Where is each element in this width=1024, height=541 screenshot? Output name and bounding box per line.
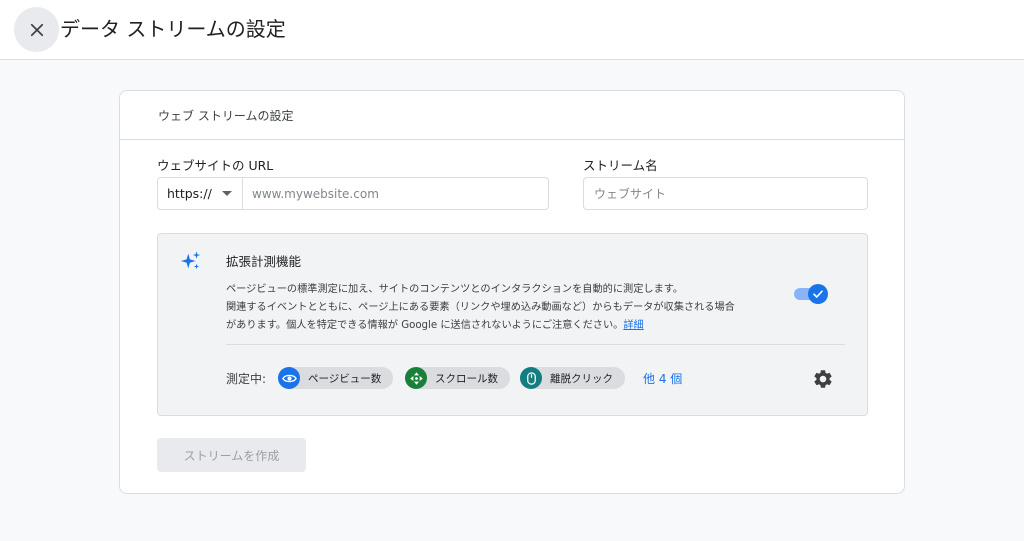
protocol-value: https:// (167, 186, 212, 201)
card-header: ウェブ ストリームの設定 (120, 91, 904, 140)
gear-icon[interactable] (812, 368, 834, 390)
chip-label: 離脱クリック (550, 372, 613, 385)
enhanced-measurement-description: ページビューの標準測定に加え、サイトのコンテンツとのインタラクションを自動的に測… (226, 281, 792, 335)
details-link[interactable]: 詳細 (623, 320, 643, 331)
more-events-link[interactable]: 他 4 個 (643, 370, 682, 387)
eye-icon (278, 367, 300, 389)
chip-page-views: ページビュー数 (278, 367, 394, 389)
description-line-2: 関連するイベントとともに、ページ上にある要素（リンクや埋め込み動画など）からもデ… (226, 302, 735, 313)
enhanced-measurement-title: 拡張計測機能 (226, 254, 302, 269)
description-line-3: があります。個人を特定できる情報が Google に送信されないようにご注意くだ… (226, 317, 792, 335)
stream-name-label: ストリーム名 (583, 158, 658, 173)
stream-name-field (583, 177, 868, 210)
chip-label: スクロール数 (435, 372, 498, 385)
url-field-group: https:// (157, 177, 549, 210)
chip-scrolls: スクロール数 (405, 367, 510, 389)
stream-name-input[interactable] (594, 186, 867, 201)
chip-outbound-clicks: 離脱クリック (520, 367, 625, 389)
enhanced-measurement-panel: 拡張計測機能 ページビューの標準測定に加え、サイトのコンテンツとのインタラクショ… (157, 233, 868, 416)
protocol-select[interactable]: https:// (158, 178, 243, 209)
create-stream-button[interactable]: ストリームを作成 (157, 438, 306, 472)
web-stream-settings-card: ウェブ ストリームの設定 ウェブサイトの URL https:// ストリーム名… (119, 90, 905, 494)
close-button[interactable] (14, 7, 59, 52)
toggle-thumb (808, 284, 828, 304)
divider (226, 344, 845, 345)
scroll-icon (405, 367, 427, 389)
checkmark-icon (813, 290, 823, 298)
chevron-down-icon (221, 191, 232, 196)
close-icon (30, 23, 43, 36)
description-line-3-text: があります。個人を特定できる情報が Google に送信されないようにご注意くだ… (226, 320, 624, 331)
enhanced-measurement-toggle[interactable] (794, 284, 828, 304)
url-label: ウェブサイトの URL (157, 158, 274, 173)
measuring-label: 測定中: (226, 372, 267, 386)
sparkle-icon (180, 251, 201, 270)
description-line-1: ページビューの標準測定に加え、サイトのコンテンツとのインタラクションを自動的に測… (226, 284, 684, 295)
chip-label: ページビュー数 (308, 372, 382, 385)
mouse-icon (520, 367, 542, 389)
website-url-input[interactable] (243, 178, 548, 209)
top-bar: データ ストリームの設定 (0, 0, 1024, 60)
page-title: データ ストリームの設定 (60, 17, 286, 41)
